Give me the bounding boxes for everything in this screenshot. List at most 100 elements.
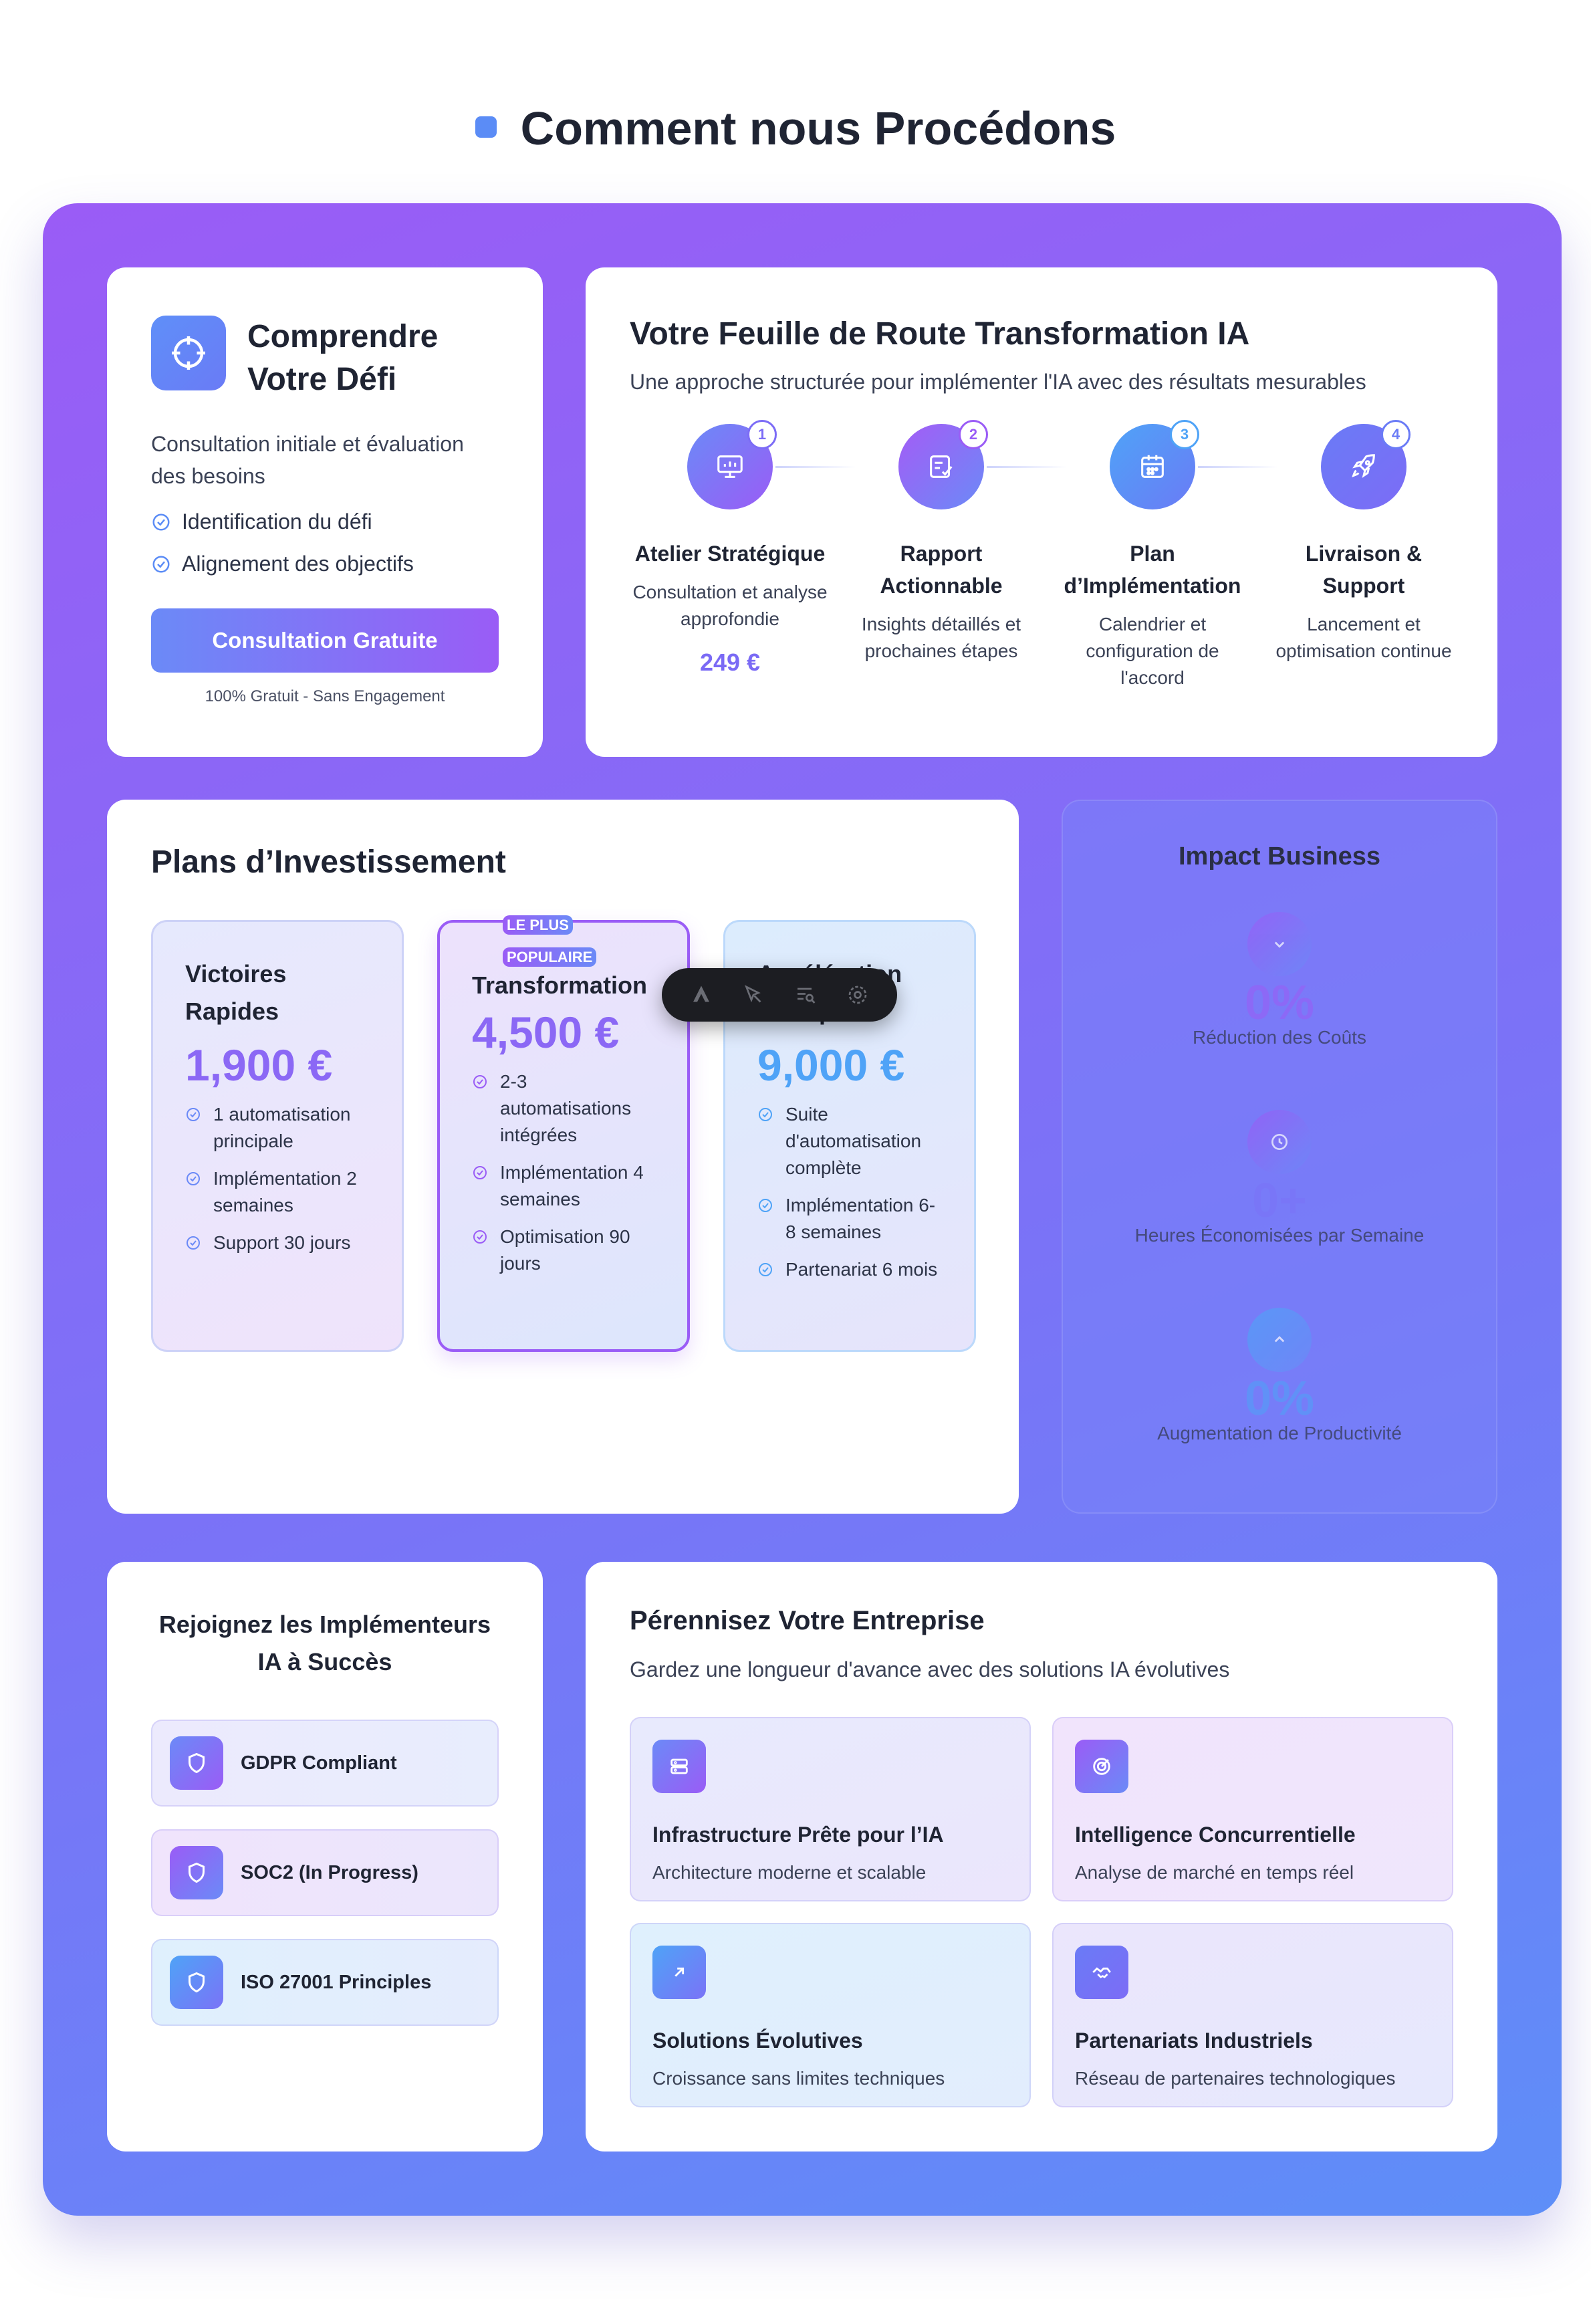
step-circle: 3 [1110,420,1199,509]
future-card: Pérennisez Votre Entreprise Gardez une l… [586,1562,1497,2152]
shield-icon [170,1846,223,1899]
step-number-badge: 1 [747,420,777,449]
impact-card: Impact Business 0% Réduction des Coûts 0… [1062,800,1497,1514]
check-circle-icon [187,1172,200,1185]
logo-icon[interactable] [689,983,713,1007]
plan-feature: Implémentation 2 semaines [185,1165,370,1219]
rocket-icon [1352,454,1375,478]
metric-label: Heures Économisées par Semaine [1134,1225,1425,1246]
feature-tile: Solutions Évolutives Croissance sans lim… [630,1923,1031,2107]
plan-feature: Implémentation 6-8 semaines [757,1192,942,1246]
impact-metric: 0% Augmentation de Productivité [1062,1308,1497,1444]
check-circle-icon [187,1108,200,1121]
plan-feature-label: Suite d'automatisation complète [785,1104,922,1178]
trust-title: Rejoignez les Implémenteurs IA à Succès [158,1611,491,1675]
arrow-up-right-icon [652,1946,706,1999]
feature-tile: Intelligence Concurrentielle Analyse de … [1052,1717,1453,1901]
calendar-icon [1141,455,1164,478]
step-number-badge: 3 [1170,420,1199,449]
step-number-badge: 2 [959,420,988,449]
check-circle-icon [473,1230,487,1244]
check-circle-icon [759,1263,772,1276]
popular-badge-line: LE PLUS [503,915,573,935]
step-circle: 2 [898,420,988,509]
plan-price: 9,000 € [757,1040,905,1090]
plans-title: Plans d’Investissement [151,844,506,880]
step-desc: Calendrier et configuration de l'accord [1086,614,1219,688]
plan-feature-label: Implémentation 6-8 semaines [785,1195,936,1242]
metric-label: Augmentation de Productivité [1157,1423,1402,1443]
check-circle-icon [473,1075,487,1088]
metric-icon-circle [1247,912,1312,976]
roadmap-step[interactable]: 4 Livraison & Support Lancement et optim… [1263,420,1464,665]
crosshair-icon [151,316,226,390]
metric-value: 0% [1244,1372,1315,1425]
roadmap-step[interactable]: 3 Plan d’Implémentation Calendrier et co… [1052,420,1253,691]
roadmap-step[interactable]: 1 Atelier Stratégique Consultation et an… [630,420,830,677]
gear-icon[interactable] [846,983,870,1007]
plan-card-quick-wins[interactable]: Victoires Rapides 1,900 € 1 automatisati… [151,920,404,1352]
impact-metric: 0+ Heures Économisées par Semaine [1062,1110,1497,1246]
chevron-down-icon [1274,941,1285,948]
check-circle-icon [759,1108,772,1121]
feature-desc: Réseau de partenaires technologiques [1075,2068,1396,2089]
feature-desc: Analyse de marché en temps réel [1075,1862,1354,1883]
check-circle-icon [152,556,170,572]
step-desc: Insights détaillés et prochaines étapes [861,614,1021,661]
consultation-note: 100% Gratuit - Sans Engagement [205,687,445,705]
plan-price: 1,900 € [185,1040,333,1090]
server-icon [652,1740,706,1793]
check-circle-icon [473,1166,487,1179]
check-item-label: Identification du défi [182,509,372,534]
cursor-select-icon[interactable] [741,983,765,1007]
check-circle-icon [759,1199,772,1212]
future-title: Pérennisez Votre Entreprise [630,1606,985,1635]
metric-icon-circle [1247,1308,1312,1372]
clock-icon [1271,1134,1288,1150]
target-icon [1075,1740,1128,1793]
roadmap-card: Votre Feuille de Route Transformation IA… [586,267,1497,757]
challenge-subtitle: Consultation initiale et évaluation des … [151,432,464,488]
plan-card-transformation[interactable]: LE PLUS POPULAIRE Transformation 4,500 €… [437,915,690,1352]
page: Comment nous Procédons Comprendre Votre … [0,0,1591,2324]
plan-feature-label: Support 30 jours [213,1232,351,1253]
check-item-label: Alignement des objectifs [182,552,414,576]
cert-label: ISO 27001 Principles [241,1971,432,1993]
cert-label: SOC2 (In Progress) [241,1861,418,1883]
feature-title: Infrastructure Prête pour l’IA [652,1823,944,1847]
section-heading-text: Comment nous Procédons [520,102,1116,154]
floating-toolbar [662,968,897,1022]
shield-icon [170,1956,223,2009]
feature-title: Solutions Évolutives [652,2028,863,2053]
future-subtitle: Gardez une longueur d'avance avec des so… [630,1657,1230,1681]
plan-feature: Optimisation 90 jours [472,1224,655,1277]
trust-card: Rejoignez les Implémenteurs IA à Succès … [107,1562,543,2152]
impact-metric: 0% Réduction des Coûts [1062,912,1497,1048]
step-name: Plan d’Implémentation [1064,542,1241,598]
presentation-icon [717,455,743,478]
roadmap-subtitle: Une approche structurée pour implémenter… [630,370,1366,394]
roadmap-step[interactable]: 2 Rapport Actionnable Insights détaillés… [841,420,1042,665]
cert-label: GDPR Compliant [241,1752,397,1774]
metric-label: Réduction des Coûts [1193,1027,1366,1048]
feature-desc: Architecture moderne et scalable [652,1862,927,1883]
plan-feature-label: Implémentation 2 semaines [213,1168,357,1215]
list-search-icon[interactable] [793,983,818,1007]
cert-badge: SOC2 (In Progress) [151,1829,499,1916]
plan-feature-label: Implémentation 4 semaines [500,1162,644,1209]
plan-feature: Support 30 jours [185,1230,370,1256]
plan-feature: 2-3 automatisations intégrées [472,1068,655,1149]
plan-feature-label: 2-3 automatisations intégrées [500,1071,632,1145]
feature-title: Intelligence Concurrentielle [1075,1823,1356,1847]
metric-icon-circle [1247,1110,1312,1174]
plan-feature: 1 automatisation principale [185,1101,370,1155]
feature-tile: Infrastructure Prête pour l’IA Architect… [630,1717,1031,1901]
free-consultation-button[interactable]: Consultation Gratuite [151,608,499,673]
step-name: Atelier Stratégique [634,542,826,566]
step-circle: 1 [687,420,777,509]
plan-feature-label: 1 automatisation principale [213,1104,351,1151]
feature-tile: Partenariats Industriels Réseau de parte… [1052,1923,1453,2107]
shield-icon [170,1736,223,1790]
popular-badge: LE PLUS POPULAIRE [503,909,610,973]
metric-value: 0% [1244,976,1315,1030]
